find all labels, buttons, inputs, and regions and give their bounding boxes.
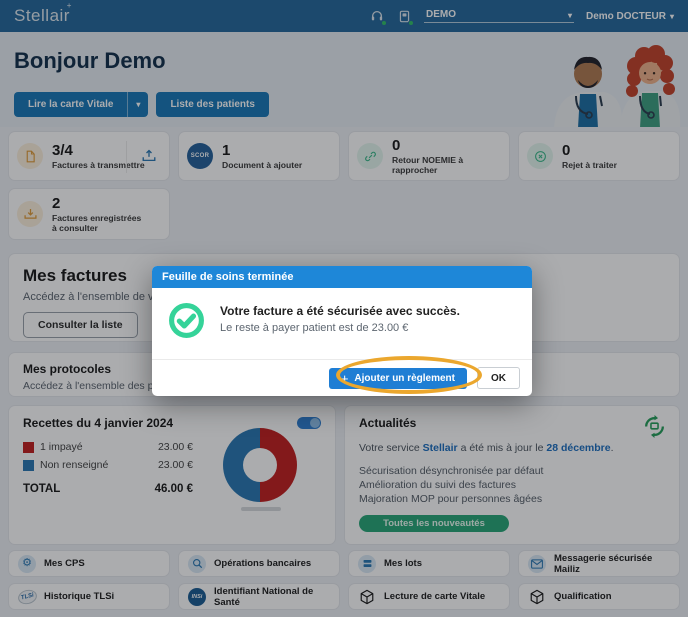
modal-message: Votre facture a été sécurisée avec succè… bbox=[220, 304, 460, 318]
success-check-icon bbox=[168, 302, 205, 339]
feuille-de-soins-modal: Feuille de soins terminée Votre facture … bbox=[152, 266, 532, 396]
add-payment-button[interactable]: + Ajouter un règlement bbox=[329, 368, 467, 389]
modal-submessage: Le reste à payer patient est de 23.00 € bbox=[220, 322, 460, 334]
plus-icon: + bbox=[341, 371, 349, 386]
modal-footer: + Ajouter un règlement OK bbox=[152, 359, 532, 396]
modal-title: Feuille de soins terminée bbox=[152, 266, 532, 288]
modal-body: Votre facture a été sécurisée avec succè… bbox=[152, 288, 532, 359]
add-payment-label: Ajouter un règlement bbox=[354, 373, 455, 384]
ok-button[interactable]: OK bbox=[477, 367, 520, 389]
